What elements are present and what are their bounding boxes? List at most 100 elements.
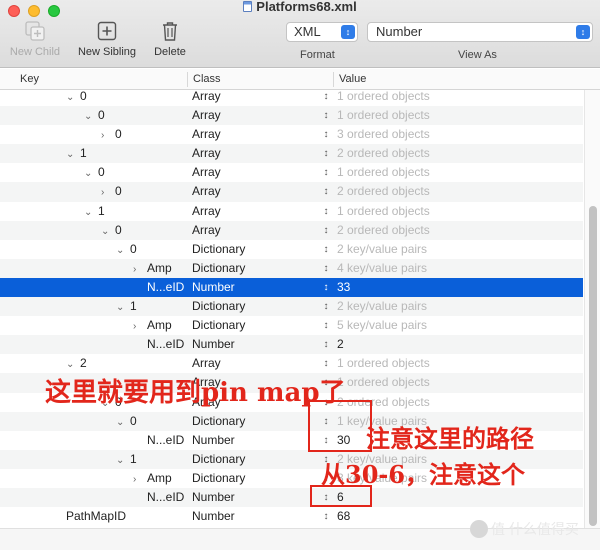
row-class[interactable]: Dictionary bbox=[192, 469, 245, 488]
table-row[interactable]: ⌄ 0 Array ↕ 1 ordered objects bbox=[0, 163, 583, 182]
column-header-class[interactable]: Class bbox=[193, 73, 221, 85]
row-class[interactable]: Number bbox=[192, 335, 235, 354]
stepper-icon[interactable]: ↕ bbox=[320, 507, 332, 526]
disclosure-right-icon[interactable]: › bbox=[133, 470, 147, 489]
row-class[interactable]: Number bbox=[192, 507, 235, 526]
row-value[interactable]: 68 bbox=[337, 507, 350, 526]
row-value[interactable]: 1 ordered objects bbox=[337, 163, 430, 182]
table-row[interactable]: › 0 Array ↕ 3 ordered objects bbox=[0, 125, 583, 144]
table-row[interactable]: ⌄ 2 Array ↕ 1 ordered objects bbox=[0, 354, 583, 373]
new-child-button[interactable]: New Child bbox=[6, 20, 64, 58]
disclosure-down-icon[interactable]: ⌄ bbox=[66, 90, 80, 107]
disclosure-down-icon[interactable]: ⌄ bbox=[84, 203, 98, 222]
column-divider[interactable] bbox=[187, 72, 188, 87]
stepper-icon[interactable]: ↕ bbox=[320, 259, 332, 278]
stepper-icon[interactable]: ↕ bbox=[320, 278, 332, 297]
stepper-icon[interactable]: ↕ bbox=[320, 106, 332, 125]
disclosure-right-icon[interactable]: › bbox=[133, 317, 147, 336]
stepper-icon[interactable]: ↕ bbox=[320, 240, 332, 259]
stepper-icon[interactable]: ↕ bbox=[320, 354, 332, 373]
delete-button[interactable]: Delete bbox=[148, 20, 192, 58]
column-divider[interactable] bbox=[333, 72, 334, 87]
row-class[interactable]: Array bbox=[192, 182, 221, 201]
table-row[interactable]: N...eID Number ↕ 2 bbox=[0, 335, 583, 355]
annotation-text: 从30-6，注意这个 bbox=[321, 460, 526, 489]
row-class[interactable]: Dictionary bbox=[192, 450, 245, 469]
row-key: Amp bbox=[147, 318, 172, 333]
disclosure-down-icon[interactable]: ⌄ bbox=[84, 107, 98, 126]
row-class[interactable]: Number bbox=[192, 278, 235, 297]
column-header-key[interactable]: Key bbox=[20, 73, 39, 85]
disclosure-down-icon[interactable]: ⌄ bbox=[66, 145, 80, 164]
stepper-icon[interactable]: ↕ bbox=[320, 163, 332, 182]
stepper-icon[interactable]: ↕ bbox=[320, 221, 332, 240]
disclosure-down-icon[interactable]: ⌄ bbox=[116, 298, 130, 317]
table-row-selected[interactable]: N...eID Number ↕ 33 bbox=[0, 277, 583, 298]
row-value[interactable]: 5 key/value pairs bbox=[337, 316, 427, 335]
row-class[interactable]: Dictionary bbox=[192, 316, 245, 335]
table-row[interactable]: ⌄ 0 Dictionary ↕ 2 key/value pairs bbox=[0, 240, 583, 259]
row-class[interactable]: Array bbox=[192, 163, 221, 182]
stepper-icon[interactable]: ↕ bbox=[320, 202, 332, 221]
table-row[interactable]: ⌄ 1 Dictionary ↕ 2 key/value pairs bbox=[0, 297, 583, 317]
scroll-thumb[interactable] bbox=[589, 206, 597, 526]
table-row[interactable]: › 0 Array ↕ 2 ordered objects bbox=[0, 182, 583, 202]
row-class[interactable]: Array bbox=[192, 106, 221, 125]
row-value[interactable]: 3 ordered objects bbox=[337, 125, 430, 144]
row-value[interactable]: 2 ordered objects bbox=[337, 182, 430, 201]
window-title: Platforms68.xml bbox=[0, 0, 600, 14]
stepper-icon[interactable]: ↕ bbox=[320, 90, 332, 106]
disclosure-right-icon[interactable]: › bbox=[101, 126, 115, 145]
table-row[interactable]: › Amp Dictionary ↕ 5 key/value pairs bbox=[0, 316, 583, 335]
row-class[interactable]: Number bbox=[192, 431, 235, 450]
row-class[interactable]: Number bbox=[192, 488, 235, 507]
disclosure-right-icon[interactable]: › bbox=[133, 260, 147, 279]
table-row[interactable]: ⌄ 0 Array ↕ 2 ordered objects bbox=[0, 220, 583, 241]
table-row[interactable]: ⌄ 0 Array ↕ 1 ordered objects bbox=[0, 90, 583, 106]
row-value[interactable]: 2 ordered objects bbox=[337, 144, 430, 163]
disclosure-down-icon[interactable]: ⌄ bbox=[101, 222, 115, 241]
disclosure-down-icon[interactable]: ⌄ bbox=[84, 164, 98, 183]
row-class[interactable]: Array bbox=[192, 354, 221, 373]
row-value[interactable]: 1 ordered objects bbox=[337, 202, 430, 221]
stepper-icon[interactable]: ↕ bbox=[320, 316, 332, 335]
disclosure-down-icon[interactable]: ⌄ bbox=[116, 241, 130, 260]
row-class[interactable]: Array bbox=[192, 202, 221, 221]
disclosure-down-icon[interactable]: ⌄ bbox=[116, 451, 130, 470]
row-value[interactable]: 2 key/value pairs bbox=[337, 297, 427, 316]
column-header-value[interactable]: Value bbox=[339, 73, 366, 85]
row-class[interactable]: Dictionary bbox=[192, 259, 245, 278]
table-row[interactable]: ⌄ 1 Array ↕ 2 ordered objects bbox=[0, 144, 583, 164]
disclosure-right-icon[interactable]: › bbox=[101, 183, 115, 202]
table-row[interactable]: ⌄ 0 Array ↕ 1 ordered objects bbox=[0, 106, 583, 126]
vertical-scrollbar[interactable] bbox=[584, 90, 600, 528]
stepper-icon[interactable]: ↕ bbox=[320, 335, 332, 354]
row-value[interactable]: 1 ordered objects bbox=[337, 354, 430, 373]
row-value[interactable]: 2 bbox=[337, 335, 344, 354]
row-value[interactable]: 1 ordered objects bbox=[337, 90, 430, 106]
row-class[interactable]: Array bbox=[192, 144, 221, 163]
row-value[interactable]: 1 ordered objects bbox=[337, 106, 430, 125]
stepper-icon[interactable]: ↕ bbox=[320, 182, 332, 201]
row-class[interactable]: Array bbox=[192, 90, 221, 106]
table-row[interactable]: ⌄ 1 Array ↕ 1 ordered objects bbox=[0, 202, 583, 221]
row-class[interactable]: Dictionary bbox=[192, 412, 245, 431]
row-class[interactable]: Array bbox=[192, 125, 221, 144]
view-as-select[interactable]: Number ↕ bbox=[367, 22, 593, 42]
stepper-icon[interactable]: ↕ bbox=[320, 144, 332, 163]
row-value[interactable]: 1 ordered objects bbox=[337, 373, 430, 392]
row-value[interactable]: 2 key/value pairs bbox=[337, 240, 427, 259]
row-value[interactable]: 4 key/value pairs bbox=[337, 259, 427, 278]
format-select[interactable]: XML ↕ bbox=[286, 22, 358, 42]
row-value[interactable]: 33 bbox=[337, 278, 350, 297]
table-row[interactable]: N...eID Number ↕ 6 bbox=[0, 487, 583, 508]
new-sibling-button[interactable]: New Sibling bbox=[72, 20, 142, 58]
stepper-icon[interactable]: ↕ bbox=[320, 125, 332, 144]
disclosure-down-icon[interactable]: ⌄ bbox=[116, 413, 130, 432]
stepper-icon[interactable]: ↕ bbox=[320, 297, 332, 316]
row-class[interactable]: Array bbox=[192, 221, 221, 240]
row-class[interactable]: Dictionary bbox=[192, 240, 245, 259]
table-row[interactable]: › Amp Dictionary ↕ 4 key/value pairs bbox=[0, 258, 583, 279]
row-value[interactable]: 2 ordered objects bbox=[337, 221, 430, 240]
row-class[interactable]: Dictionary bbox=[192, 297, 245, 316]
